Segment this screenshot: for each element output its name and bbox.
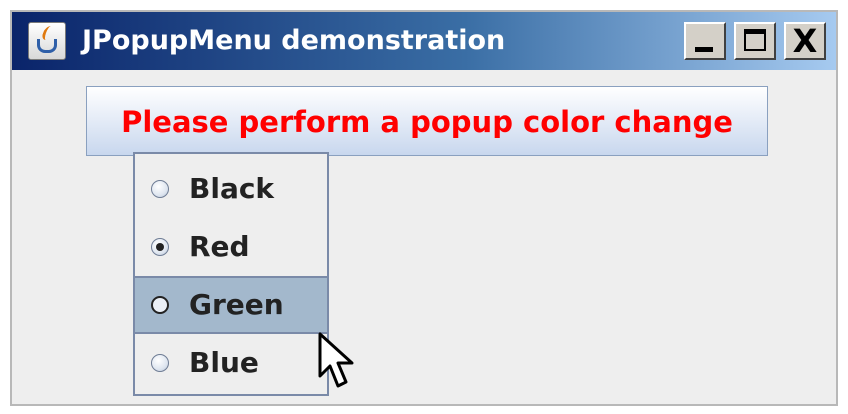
- mouse-pointer-icon: [318, 332, 354, 388]
- menu-item-label: Red: [189, 230, 250, 263]
- menu-item-red[interactable]: Red: [135, 218, 327, 276]
- menu-item-label: Green: [189, 288, 284, 321]
- menu-item-label: Black: [189, 172, 275, 205]
- radio-icon: [151, 354, 169, 372]
- close-button[interactable]: X: [784, 22, 826, 60]
- menu-item-blue[interactable]: Blue: [135, 334, 327, 392]
- message-label-panel: Please perform a popup color change: [86, 86, 768, 156]
- minimize-button[interactable]: [684, 22, 726, 60]
- radio-icon: [151, 296, 169, 314]
- title-bar[interactable]: JPopupMenu demonstration X: [12, 12, 836, 70]
- message-label: Please perform a popup color change: [121, 105, 733, 139]
- menu-item-black[interactable]: Black: [135, 160, 327, 218]
- window-title: JPopupMenu demonstration: [82, 25, 506, 56]
- maximize-icon: [744, 29, 766, 51]
- radio-icon: [151, 180, 169, 198]
- menu-item-green[interactable]: Green: [135, 276, 327, 334]
- maximize-button[interactable]: [734, 22, 776, 60]
- popup-menu: Black Red Green Blue: [133, 152, 329, 396]
- menu-item-label: Blue: [189, 346, 259, 379]
- minimize-icon: [695, 47, 713, 52]
- close-icon: X: [792, 22, 818, 60]
- java-cup-icon: [28, 22, 66, 60]
- radio-selected-icon: [151, 238, 169, 256]
